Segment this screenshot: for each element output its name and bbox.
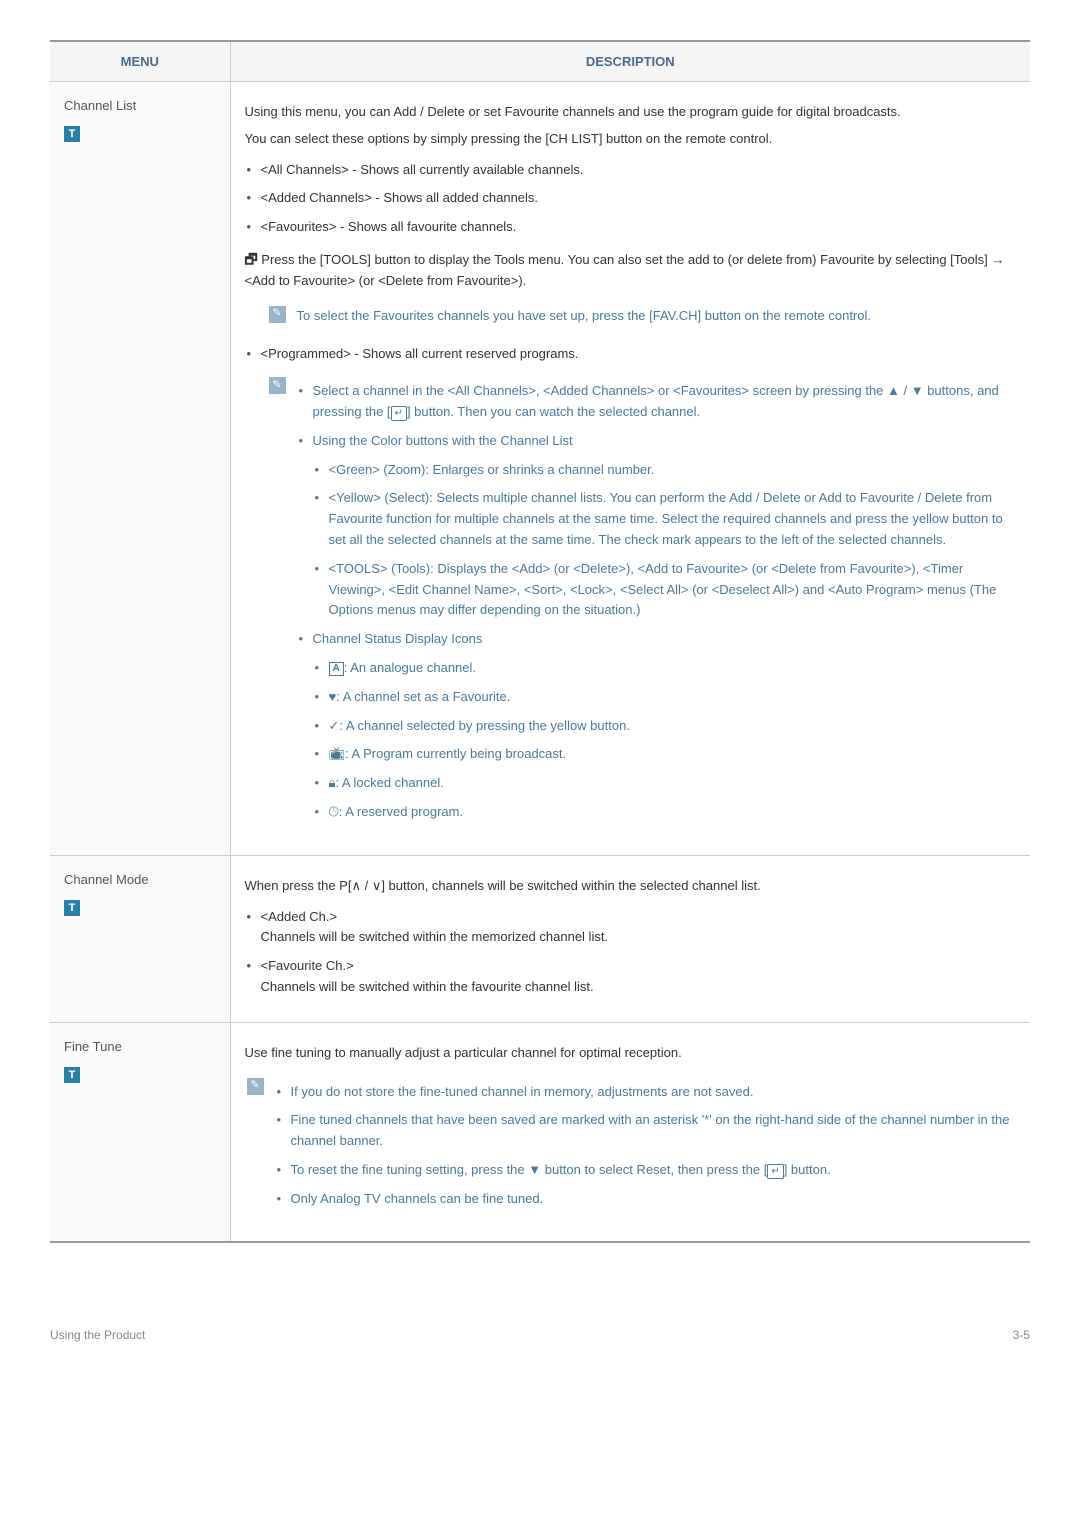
note-icon-3: ✎ [247,1078,264,1095]
cl-icon-locked: 🔒︎: A locked channel. [297,769,1017,798]
cl-all-channels: <All Channels> - Shows all currently ava… [245,156,1017,185]
ft-not-saved: If you do not store the fine-tuned chann… [275,1078,1017,1107]
cl-added-channels: <Added Channels> - Shows all added chann… [245,184,1017,213]
cl-icon-reserved: 🕒︎: A reserved program. [297,798,1017,827]
chevron-down-icon: ∨ [372,878,382,893]
menu-cell-channel-list: Channel List T [50,82,230,856]
page-footer: Using the Product 3-5 [50,1328,1030,1342]
cl-icon-selected: ✓: A channel selected by pressing the ye… [297,712,1017,741]
menu-label-channel-mode: Channel Mode [64,870,216,891]
ft-intro: Use fine tuning to manually adjust a par… [245,1043,1017,1064]
cm-favourite: <Favourite Ch.> Channels will be switche… [245,952,1017,1002]
cl-fav-note: ✎ To select the Favourites channels you … [267,298,1017,335]
cl-icon-broadcast: 📺︎: A Program currently being broadcast. [297,740,1017,769]
cm-added: <Added Ch.> Channels will be switched wi… [245,903,1017,953]
cl-select-channel: Select a channel in the <All Channels>, … [297,377,1017,427]
cl-green: <Green> (Zoom): Enlarges or shrinks a ch… [297,456,1017,485]
header-description: DESCRIPTION [230,41,1030,82]
chevron-up-icon: ∧ [351,878,361,893]
cl-note-list: Select a channel in the <All Channels>, … [297,377,1017,455]
cl-favourites: <Favourites> - Shows all favourite chann… [245,213,1017,242]
menu-label-channel-list: Channel List [64,96,216,117]
cl-yellow: <Yellow> (Select): Selects multiple chan… [297,484,1017,554]
a-box-icon: A [329,662,344,676]
cl-prog-list: <Programmed> - Shows all current reserve… [245,340,1017,369]
cm-list: <Added Ch.> Channels will be switched wi… [245,903,1017,1002]
desc-fine-tune: Use fine tuning to manually adjust a par… [230,1022,1030,1242]
cl-big-note: ✎ Select a channel in the <All Channels>… [267,369,1017,835]
ft-analog-only: Only Analog TV channels can be fine tune… [275,1185,1017,1214]
header-menu: MENU [50,41,230,82]
cl-icon-favourite: ♥: A channel set as a Favourite. [297,683,1017,712]
desc-channel-list: Using this menu, you can Add / Delete or… [230,82,1030,856]
cl-status-head: Channel Status Display Icons [297,625,1017,654]
ft-note-list: If you do not store the fine-tuned chann… [275,1078,1017,1214]
check-icon: ✓ [329,718,340,733]
row-channel-list: Channel List T Using this menu, you can … [50,82,1030,856]
cl-status-icons: Channel Status Display Icons [297,625,1017,654]
ft-note-box: ✎ If you do not store the fine-tuned cha… [245,1070,1017,1222]
t-badge-icon: T [64,126,80,142]
row-channel-mode: Channel Mode T When press the P[∧ / ∨] b… [50,855,1030,1022]
cl-programmed: <Programmed> - Shows all current reserve… [245,340,1017,369]
footer-section: Using the Product [50,1328,145,1342]
cl-color-buttons: Using the Color buttons with the Channel… [297,427,1017,456]
ft-asterisk: Fine tuned channels that have been saved… [275,1106,1017,1156]
t-badge-icon-2: T [64,900,80,916]
cm-intro: When press the P[∧ / ∨] button, channels… [245,876,1017,897]
menu-cell-fine-tune: Fine Tune T [50,1022,230,1242]
t-badge-icon-3: T [64,1067,80,1083]
menu-table: MENU DESCRIPTION Channel List T Using th… [50,40,1030,1243]
footer-page: 3-5 [1013,1328,1030,1342]
note-icon: ✎ [269,306,286,323]
clock-icon: 🕒︎ [329,804,339,819]
enter-icon-2: ↵ [767,1164,783,1179]
enter-icon: ↵ [391,406,407,421]
cl-tools-menu: <TOOLS> (Tools): Displays the <Add> (or … [297,555,1017,625]
cl-tools-note: 🗗 Press the [TOOLS] button to display th… [245,248,1017,292]
tools-icon: 🗗 [245,248,258,270]
note-icon-2: ✎ [269,377,286,394]
cl-color-sub: <Green> (Zoom): Enlarges or shrinks a ch… [297,456,1017,626]
menu-label-fine-tune: Fine Tune [64,1037,216,1058]
desc-channel-mode: When press the P[∧ / ∨] button, channels… [230,855,1030,1022]
cl-list: <All Channels> - Shows all currently ava… [245,156,1017,242]
cl-icon-analogue: A: An analogue channel. [297,654,1017,683]
cl-fav-note-text: To select the Favourites channels you ha… [297,308,872,323]
tv-icon: 📺︎ [329,746,346,761]
cl-tools-text: Press the [TOOLS] button to display the … [245,252,1005,288]
menu-cell-channel-mode: Channel Mode T [50,855,230,1022]
ft-reset: To reset the fine tuning setting, press … [275,1156,1017,1185]
cl-intro: Using this menu, you can Add / Delete or… [245,102,1017,123]
row-fine-tune: Fine Tune T Use fine tuning to manually … [50,1022,1030,1242]
cl-chlist-note: You can select these options by simply p… [245,129,1017,150]
cl-status-list: A: An analogue channel. ♥: A channel set… [297,654,1017,827]
